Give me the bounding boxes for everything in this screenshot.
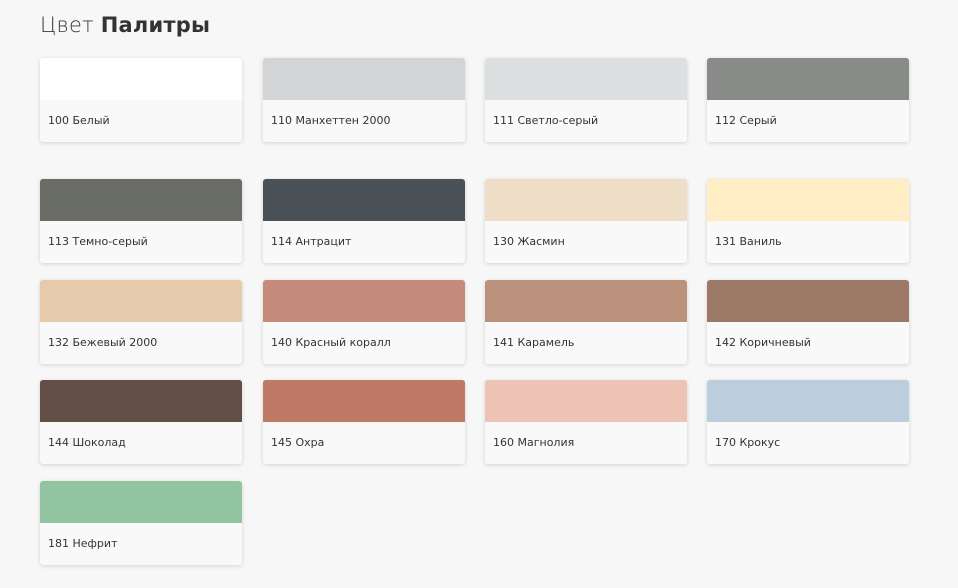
color-label: 131 Ваниль — [715, 235, 782, 248]
color-label: 144 Шоколад — [48, 436, 126, 449]
color-card-112[interactable]: 112 Серый — [707, 58, 909, 142]
color-swatch — [485, 380, 687, 422]
color-label: 160 Магнолия — [493, 436, 575, 449]
color-swatch — [263, 380, 465, 422]
page-title-bold: Палитры — [100, 13, 211, 37]
palette-page: Цвет Палитры 100 Белый 110 Манхеттен 200… — [0, 0, 958, 588]
color-label: 113 Темно-серый — [48, 235, 148, 248]
color-card-132[interactable]: 132 Бежевый 2000 — [40, 280, 242, 364]
color-swatch — [40, 58, 242, 100]
color-swatch — [40, 481, 242, 523]
color-label: 100 Белый — [48, 114, 110, 127]
color-label: 110 Манхеттен 2000 — [271, 114, 391, 127]
color-label: 112 Серый — [715, 114, 777, 127]
color-label: 141 Карамель — [493, 336, 575, 349]
color-label: 132 Бежевый 2000 — [48, 336, 158, 349]
color-label: 114 Антрацит — [271, 235, 352, 248]
color-card-114[interactable]: 114 Антрацит — [263, 179, 465, 263]
color-card-130[interactable]: 130 Жасмин — [485, 179, 687, 263]
color-label: 140 Красный коралл — [271, 336, 391, 349]
color-swatch — [485, 280, 687, 322]
color-label: 181 Нефрит — [48, 537, 118, 550]
color-card-181[interactable]: 181 Нефрит — [40, 481, 242, 565]
color-card-144[interactable]: 144 Шоколад — [40, 380, 242, 464]
color-card-140[interactable]: 140 Красный коралл — [263, 280, 465, 364]
color-card-160[interactable]: 160 Магнолия — [485, 380, 687, 464]
color-swatch — [707, 380, 909, 422]
color-card-145[interactable]: 145 Охра — [263, 380, 465, 464]
page-title-light: Цвет — [40, 13, 94, 37]
color-card-141[interactable]: 141 Карамель — [485, 280, 687, 364]
color-card-170[interactable]: 170 Крокус — [707, 380, 909, 464]
color-swatch — [707, 280, 909, 322]
color-label: 142 Коричневый — [715, 336, 811, 349]
color-swatch — [485, 58, 687, 100]
color-swatch — [40, 280, 242, 322]
color-swatch — [40, 179, 242, 221]
color-card-100[interactable]: 100 Белый — [40, 58, 242, 142]
color-swatch — [707, 179, 909, 221]
color-label: 145 Охра — [271, 436, 325, 449]
color-swatch — [40, 380, 242, 422]
color-swatch — [263, 58, 465, 100]
color-card-111[interactable]: 111 Светло-серый — [485, 58, 687, 142]
color-card-113[interactable]: 113 Темно-серый — [40, 179, 242, 263]
color-card-110[interactable]: 110 Манхеттен 2000 — [263, 58, 465, 142]
color-label: 130 Жасмин — [493, 235, 565, 248]
color-card-131[interactable]: 131 Ваниль — [707, 179, 909, 263]
color-swatch — [263, 179, 465, 221]
color-label: 111 Светло-серый — [493, 114, 599, 127]
color-label: 170 Крокус — [715, 436, 781, 449]
page-title: Цвет Палитры — [40, 13, 210, 37]
color-swatch — [263, 280, 465, 322]
color-swatch — [707, 58, 909, 100]
color-card-142[interactable]: 142 Коричневый — [707, 280, 909, 364]
color-swatch — [485, 179, 687, 221]
